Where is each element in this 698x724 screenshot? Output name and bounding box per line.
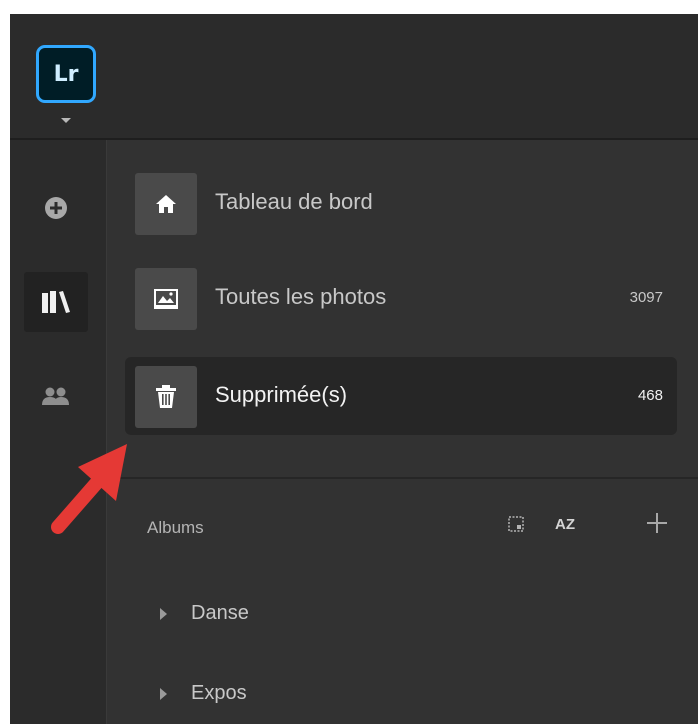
nav-item-label: Toutes les photos (215, 284, 387, 309)
app-menu-caret-icon[interactable] (61, 118, 71, 123)
expand-caret-icon[interactable] (160, 688, 167, 700)
plus-circle-icon (45, 197, 67, 219)
add-photos-button[interactable] (24, 178, 88, 238)
expand-caret-icon[interactable] (160, 608, 167, 620)
lightroom-logo[interactable]: Lr (36, 45, 96, 103)
library-button[interactable] (24, 272, 88, 332)
albums-heading: Albums (147, 518, 204, 537)
top-bar: Lr (10, 14, 698, 140)
dashboard-icon-box (135, 173, 197, 235)
nav-item-deleted[interactable]: Supprimée(s) 468 (125, 357, 677, 435)
lightroom-window: Lr Tableau de bord Toutes les photos 309… (10, 14, 698, 724)
library-icon (42, 291, 70, 313)
trash-icon (156, 385, 176, 408)
add-album-button[interactable] (642, 508, 672, 538)
album-item[interactable]: Danse (147, 594, 647, 634)
nav-item-all-photos[interactable]: Toutes les photos 3097 (125, 259, 677, 337)
nav-item-label: Supprimée(s) (215, 382, 348, 407)
album-label: Expos (191, 682, 247, 704)
section-divider (107, 477, 698, 479)
nav-item-label: Tableau de bord (215, 189, 373, 214)
all-photos-icon-box (135, 268, 197, 330)
plus-icon (647, 513, 667, 533)
photos-icon (154, 289, 178, 309)
people-icon (42, 387, 69, 405)
library-panel: Tableau de bord Toutes les photos 3097 S… (107, 140, 698, 724)
callout-arrow-icon (51, 444, 127, 534)
select-icon (508, 516, 524, 532)
select-albums-button[interactable] (504, 512, 528, 536)
nav-item-dashboard[interactable]: Tableau de bord (125, 164, 677, 242)
nav-item-count: 3097 (629, 289, 663, 306)
nav-item-count: 468 (637, 387, 663, 404)
home-icon (156, 195, 176, 213)
shared-button[interactable] (24, 366, 88, 426)
left-rail (10, 140, 107, 724)
sort-albums-button[interactable]: AZ (549, 512, 581, 536)
deleted-icon-box (135, 366, 197, 428)
album-item[interactable]: Expos (147, 674, 647, 714)
sort-az-icon: AZ (555, 515, 575, 533)
album-label: Danse (191, 602, 249, 624)
